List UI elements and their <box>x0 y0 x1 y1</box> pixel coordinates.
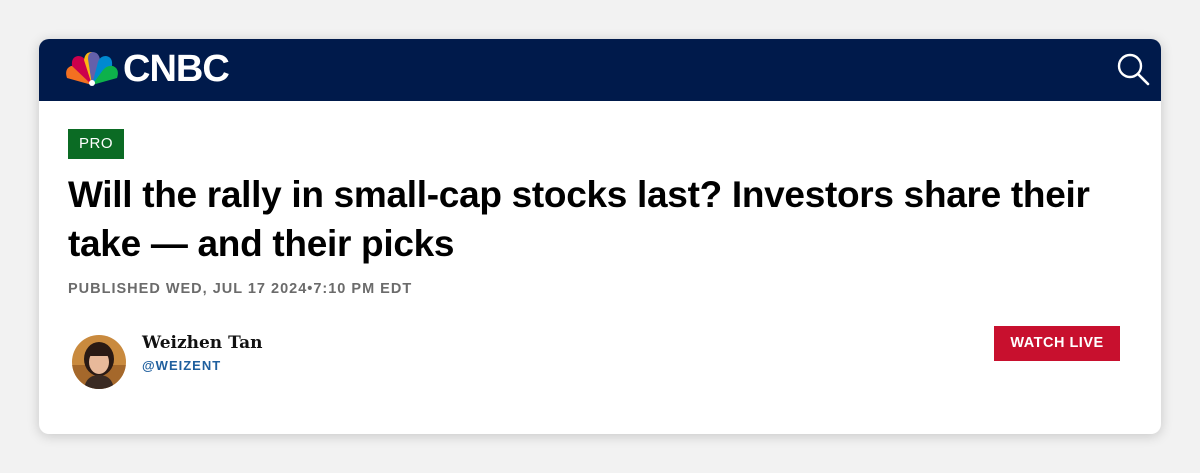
pro-badge[interactable]: PRO <box>68 129 125 159</box>
logo-wordmark: CNBC <box>123 48 230 90</box>
search-button[interactable] <box>1115 51 1151 87</box>
author-name[interactable]: Weizhen Tan <box>142 333 263 353</box>
avatar-photo <box>72 335 126 389</box>
cnbc-logo[interactable]: CNBC <box>63 48 230 90</box>
search-icon <box>1117 53 1150 86</box>
author-avatar[interactable] <box>72 335 126 389</box>
top-navigation-bar: CNBC <box>39 39 1161 101</box>
peacock-logo-icon <box>66 52 118 86</box>
article-card: CNBC PRO Will the rally in small-cap sto… <box>39 39 1161 434</box>
published-timestamp: PUBLISHED WED, JUL 17 2024•7:10 PM EDT <box>68 281 413 297</box>
watch-live-button[interactable]: WATCH LIVE <box>994 326 1120 361</box>
author-handle[interactable]: @WEIZENT <box>142 358 221 373</box>
article-headline: Will the rally in small-cap stocks last?… <box>68 174 1090 264</box>
